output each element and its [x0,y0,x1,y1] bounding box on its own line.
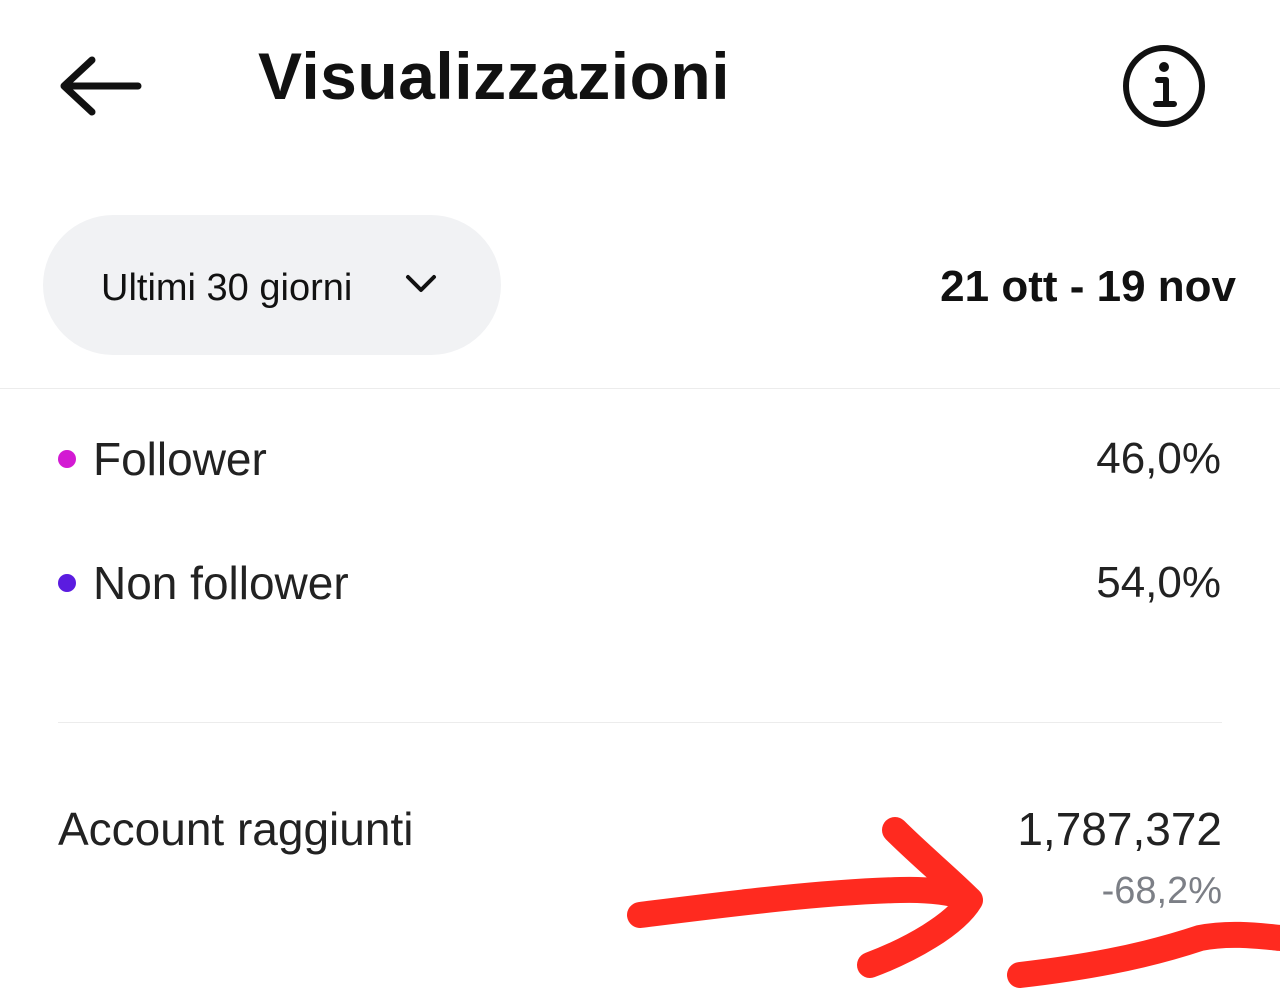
legend-item-follower: Follower 46,0% [0,426,1280,496]
date-range-dropdown-label: Ultimi 30 giorni [101,267,353,309]
date-range-dropdown[interactable]: Ultimi 30 giorni [43,215,501,355]
metric-change: -68,2% [1101,870,1222,912]
legend-value: 54,0% [1096,558,1221,607]
section-divider [0,388,1280,389]
legend-dot-follower [58,450,76,468]
metric-label: Account raggiunti [58,803,414,855]
hand-drawn-underline [1007,921,1280,988]
hand-drawn-arrow [627,817,983,978]
metric-value: 1,787,372 [1017,803,1222,855]
date-range-text: 21 ott - 19 nov [940,262,1236,311]
legend-label: Follower [93,433,267,485]
info-circle-icon [1123,45,1205,127]
legend-dot-non-follower [58,574,76,592]
back-button[interactable] [52,46,148,126]
page-title: Visualizzazioni [258,39,731,113]
top-bar: Visualizzazioni [0,0,1280,170]
legend-value: 46,0% [1096,434,1221,483]
info-button[interactable] [1118,40,1212,130]
legend-label: Non follower [93,557,349,609]
arrow-left-icon [60,56,142,116]
legend-item-non-follower: Non follower 54,0% [0,550,1280,620]
section-divider [58,722,1222,723]
chevron-down-icon [406,275,436,292]
